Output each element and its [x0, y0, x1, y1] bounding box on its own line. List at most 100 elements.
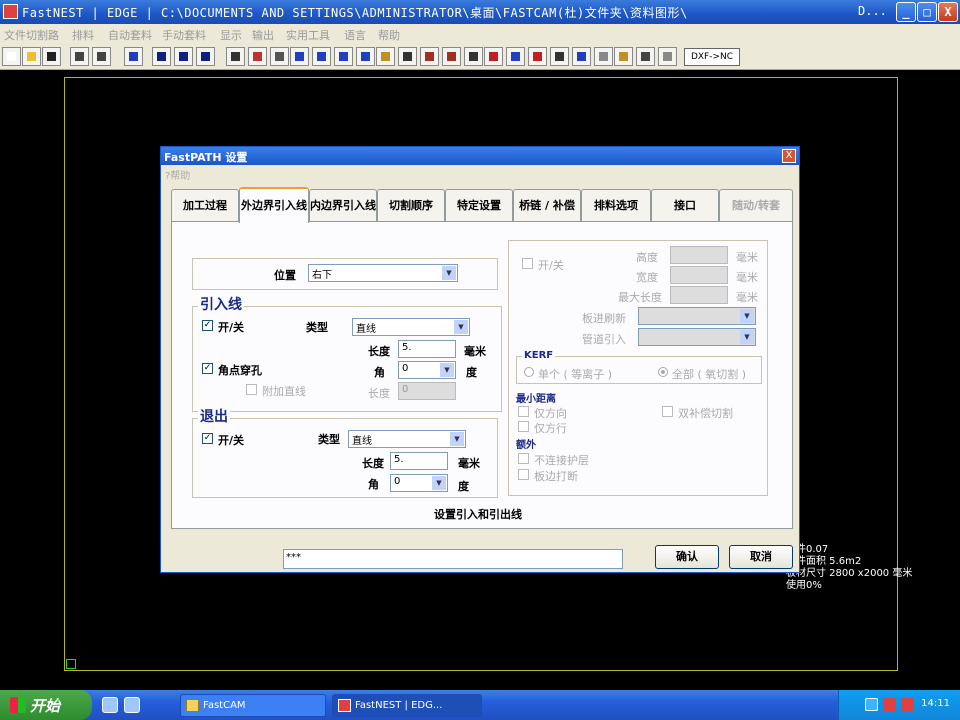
arrow-down-icon[interactable]: [312, 47, 331, 66]
only-square-checkbox[interactable]: [518, 406, 529, 417]
menu-tools[interactable]: 实用工具: [286, 27, 330, 43]
position-select[interactable]: 右下 ▼: [308, 264, 458, 282]
table-icon[interactable]: [420, 47, 439, 66]
dxf-nc-button[interactable]: DXF->NC: [684, 48, 740, 66]
stack-icon[interactable]: [442, 47, 461, 66]
blank-icon[interactable]: [658, 47, 677, 66]
chart-icon[interactable]: [506, 47, 525, 66]
cancel-button[interactable]: 取消: [729, 545, 793, 569]
dialog-close-icon[interactable]: X: [782, 149, 796, 163]
refresh-icon[interactable]: [398, 47, 417, 66]
kerf-all-radio[interactable]: [658, 367, 668, 377]
height-input[interactable]: [670, 246, 728, 264]
shape-icon[interactable]: [528, 47, 547, 66]
minimize-button[interactable]: _: [896, 2, 916, 22]
play-icon[interactable]: [174, 47, 193, 66]
new-icon[interactable]: [2, 47, 21, 66]
arrow-up-icon[interactable]: [356, 47, 375, 66]
close-button[interactable]: X: [938, 2, 958, 22]
line-icon[interactable]: [92, 47, 111, 66]
zoom-icon[interactable]: [550, 47, 569, 66]
task-fastcam[interactable]: FastCAM: [180, 694, 326, 717]
tab-interface[interactable]: 接口: [651, 189, 719, 221]
network-icon[interactable]: [865, 698, 878, 711]
leadout-onoff-checkbox[interactable]: ✓: [202, 433, 213, 444]
tab-cut-order[interactable]: 切割顺序: [377, 189, 445, 221]
alert-tray-icon[interactable]: [901, 698, 914, 711]
dialog-title: FastPATH 设置: [164, 151, 248, 164]
fast-forward-icon[interactable]: [196, 47, 215, 66]
leadin-onoff-checkbox[interactable]: ✓: [202, 320, 213, 331]
info-line-2: 零件面积 5.6m2: [786, 556, 862, 567]
no-protect-checkbox[interactable]: [518, 453, 529, 464]
menu-display[interactable]: 显示: [220, 27, 242, 43]
corner-pierce-checkbox[interactable]: ✓: [202, 363, 213, 374]
sel2-select[interactable]: ▼: [638, 328, 756, 346]
tab-outer-leadin[interactable]: 外边界引入线: [239, 187, 309, 223]
status-input[interactable]: ***: [283, 549, 623, 569]
tab-special[interactable]: 特定设置: [445, 189, 513, 221]
sel1-select[interactable]: ▼: [638, 307, 756, 325]
save-icon[interactable]: [42, 47, 61, 66]
sort-icon[interactable]: [226, 47, 245, 66]
width-input[interactable]: [670, 266, 728, 284]
menu-help[interactable]: 帮助: [378, 27, 400, 43]
export-icon[interactable]: [636, 47, 655, 66]
tab-follow[interactable]: 随动/转套: [719, 189, 793, 221]
menu-output[interactable]: 输出: [252, 27, 274, 43]
measure-icon[interactable]: [464, 47, 483, 66]
leadin-length-input[interactable]: 5.: [398, 340, 456, 358]
only-row-checkbox[interactable]: [518, 421, 529, 432]
leadin-type-select[interactable]: 直线 ▼: [352, 318, 470, 336]
taskbar: 开始 FastCAM FastNEST | EDG... 14:11: [0, 690, 960, 720]
mindist-title: 最小距离: [514, 390, 558, 405]
show-desktop-icon[interactable]: [102, 697, 118, 713]
kerf-single-radio[interactable]: [524, 367, 534, 377]
print-icon[interactable]: [270, 47, 289, 66]
alert-icon[interactable]: [484, 47, 503, 66]
tab-process[interactable]: 加工过程: [171, 189, 239, 221]
clock: 14:11: [921, 698, 950, 709]
add-line-checkbox[interactable]: [246, 384, 257, 395]
start-label: 开始: [30, 697, 61, 715]
wrench-icon[interactable]: [594, 47, 613, 66]
double-comp-checkbox[interactable]: [662, 406, 673, 417]
open-icon[interactable]: [22, 47, 41, 66]
layer-icon[interactable]: [376, 47, 395, 66]
menu-language[interactable]: 语言: [344, 27, 366, 43]
arrow-right-icon[interactable]: [334, 47, 353, 66]
mesh-icon[interactable]: [572, 47, 591, 66]
leadout-type-select[interactable]: 直线 ▼: [348, 430, 466, 448]
right-onoff-checkbox[interactable]: [522, 258, 533, 269]
menu-auto-nest[interactable]: 自动套料: [108, 27, 152, 43]
start-button[interactable]: 开始: [0, 690, 92, 720]
edit-icon[interactable]: [248, 47, 267, 66]
fastnest-icon: [338, 699, 351, 712]
maxlen-input[interactable]: [670, 286, 728, 304]
menu-file[interactable]: 文件切割路: [4, 27, 59, 43]
leadin-angle-select[interactable]: 0 ▼: [398, 361, 456, 379]
folder-icon[interactable]: [614, 47, 633, 66]
chevron-down-icon: ▼: [454, 320, 468, 334]
width-label: 宽度: [636, 271, 658, 284]
tab-nest-options[interactable]: 排料选项: [581, 189, 651, 221]
edge-cut-checkbox[interactable]: [518, 469, 529, 480]
leadout-angle-select[interactable]: 0 ▼: [390, 474, 448, 492]
add-length-input[interactable]: 0: [398, 382, 456, 400]
dialog-help-link[interactable]: ?帮助: [165, 167, 190, 182]
security-icon[interactable]: [883, 698, 896, 711]
browser-icon[interactable]: [124, 697, 140, 713]
maximize-button[interactable]: □: [917, 2, 937, 22]
arrow-left-icon[interactable]: [290, 47, 309, 66]
pause-icon[interactable]: [152, 47, 171, 66]
task-fastnest[interactable]: FastNEST | EDG...: [332, 694, 482, 717]
ok-button[interactable]: 确认: [655, 545, 719, 569]
leadout-length-input[interactable]: 5.: [390, 452, 448, 470]
tab-inner-leadin[interactable]: 内边界引入线: [309, 189, 377, 221]
cross-icon[interactable]: [70, 47, 89, 66]
menu-nest[interactable]: 排料: [72, 27, 94, 43]
menu-manual-nest[interactable]: 手动套料: [162, 27, 206, 43]
tab-bridge-comp[interactable]: 桥链 / 补偿: [513, 189, 581, 221]
leadin-onoff-label: 开/关: [218, 321, 245, 334]
grid-icon[interactable]: [124, 47, 143, 66]
